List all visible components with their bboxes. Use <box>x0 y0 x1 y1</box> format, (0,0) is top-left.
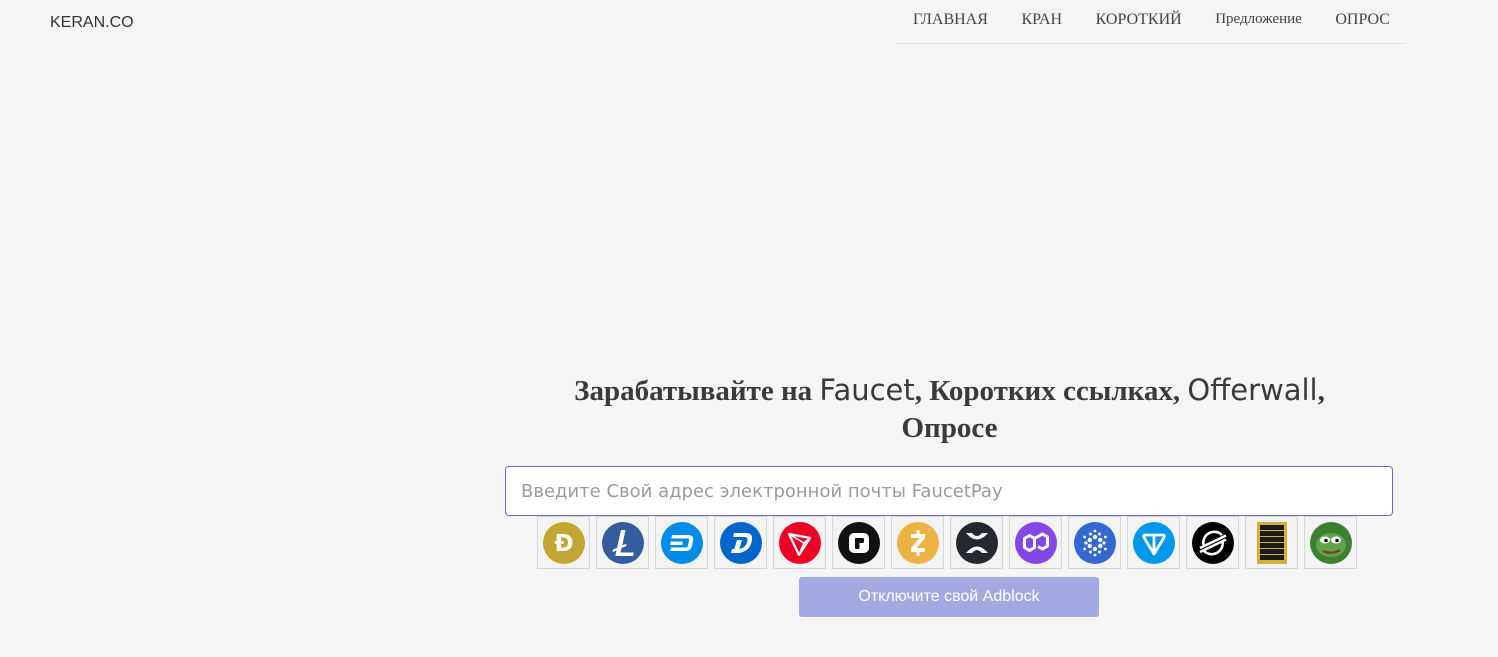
dash-icon <box>660 521 703 564</box>
nav-item-survey[interactable]: ОПРОС <box>1335 11 1390 29</box>
coin-option-dogecoin[interactable]: Đ <box>537 516 590 569</box>
coin-option-stellar[interactable] <box>1186 516 1239 569</box>
svg-text:Đ: Đ <box>554 531 573 557</box>
nav-item-offerwall[interactable]: Предложение <box>1215 11 1302 28</box>
faucetpay-icon <box>837 521 880 564</box>
coin-option-tron[interactable] <box>773 516 826 569</box>
dogecoin-icon: Đ <box>542 521 585 564</box>
hero-text-faucet: Faucet <box>819 373 915 407</box>
coin-option-meme-token[interactable] <box>1245 516 1298 569</box>
brand-logo-link[interactable]: KERAN.CO <box>50 14 134 32</box>
hero-text-part2: , Коротких ссылках, <box>914 375 1188 407</box>
coin-option-digibyte[interactable] <box>714 516 767 569</box>
coin-option-faucetpay[interactable] <box>832 516 885 569</box>
zcash-icon <box>896 521 939 564</box>
meme-token-icon <box>1256 521 1287 564</box>
coin-option-polygon[interactable] <box>1009 516 1062 569</box>
coin-selector: Đ <box>537 516 1363 569</box>
pepe-icon <box>1309 521 1352 564</box>
main-nav: ГЛАВНАЯ КРАН КОРОТКИЙ Предложение ОПРОС <box>897 0 1406 44</box>
toncoin-icon <box>1132 521 1175 564</box>
coin-option-litecoin[interactable] <box>596 516 649 569</box>
hero-text-part1: Зарабатывайте на <box>574 375 820 407</box>
coin-option-xrp[interactable] <box>950 516 1003 569</box>
coin-option-cardano[interactable] <box>1068 516 1121 569</box>
disable-adblock-button[interactable]: Отключите свой Adblock <box>799 577 1099 617</box>
coin-option-dash[interactable] <box>655 516 708 569</box>
nav-item-faucet[interactable]: КРАН <box>1021 11 1062 29</box>
hero-text-part3: , <box>1317 375 1325 407</box>
coin-option-pepe[interactable] <box>1304 516 1357 569</box>
coin-option-zcash[interactable] <box>891 516 944 569</box>
hero: Зарабатывайте на Faucet, Коротких ссылка… <box>505 372 1394 447</box>
hero-headline: Зарабатывайте на Faucet, Коротких ссылка… <box>505 372 1394 447</box>
hero-text-part4: Опросе <box>901 412 998 444</box>
hero-text-offerwall: Offerwall <box>1187 373 1318 407</box>
litecoin-icon <box>601 521 644 564</box>
cardano-icon <box>1073 521 1116 564</box>
faucetpay-email-input[interactable] <box>505 466 1393 516</box>
nav-item-home[interactable]: ГЛАВНАЯ <box>913 11 988 29</box>
page: KERAN.CO ГЛАВНАЯ КРАН КОРОТКИЙ Предложен… <box>0 0 1498 657</box>
stellar-icon <box>1191 521 1234 564</box>
tron-icon <box>778 521 821 564</box>
digibyte-icon <box>719 521 762 564</box>
nav-item-shortlinks[interactable]: КОРОТКИЙ <box>1096 11 1182 29</box>
polygon-icon <box>1014 521 1057 564</box>
coin-option-toncoin[interactable] <box>1127 516 1180 569</box>
xrp-icon <box>955 521 998 564</box>
